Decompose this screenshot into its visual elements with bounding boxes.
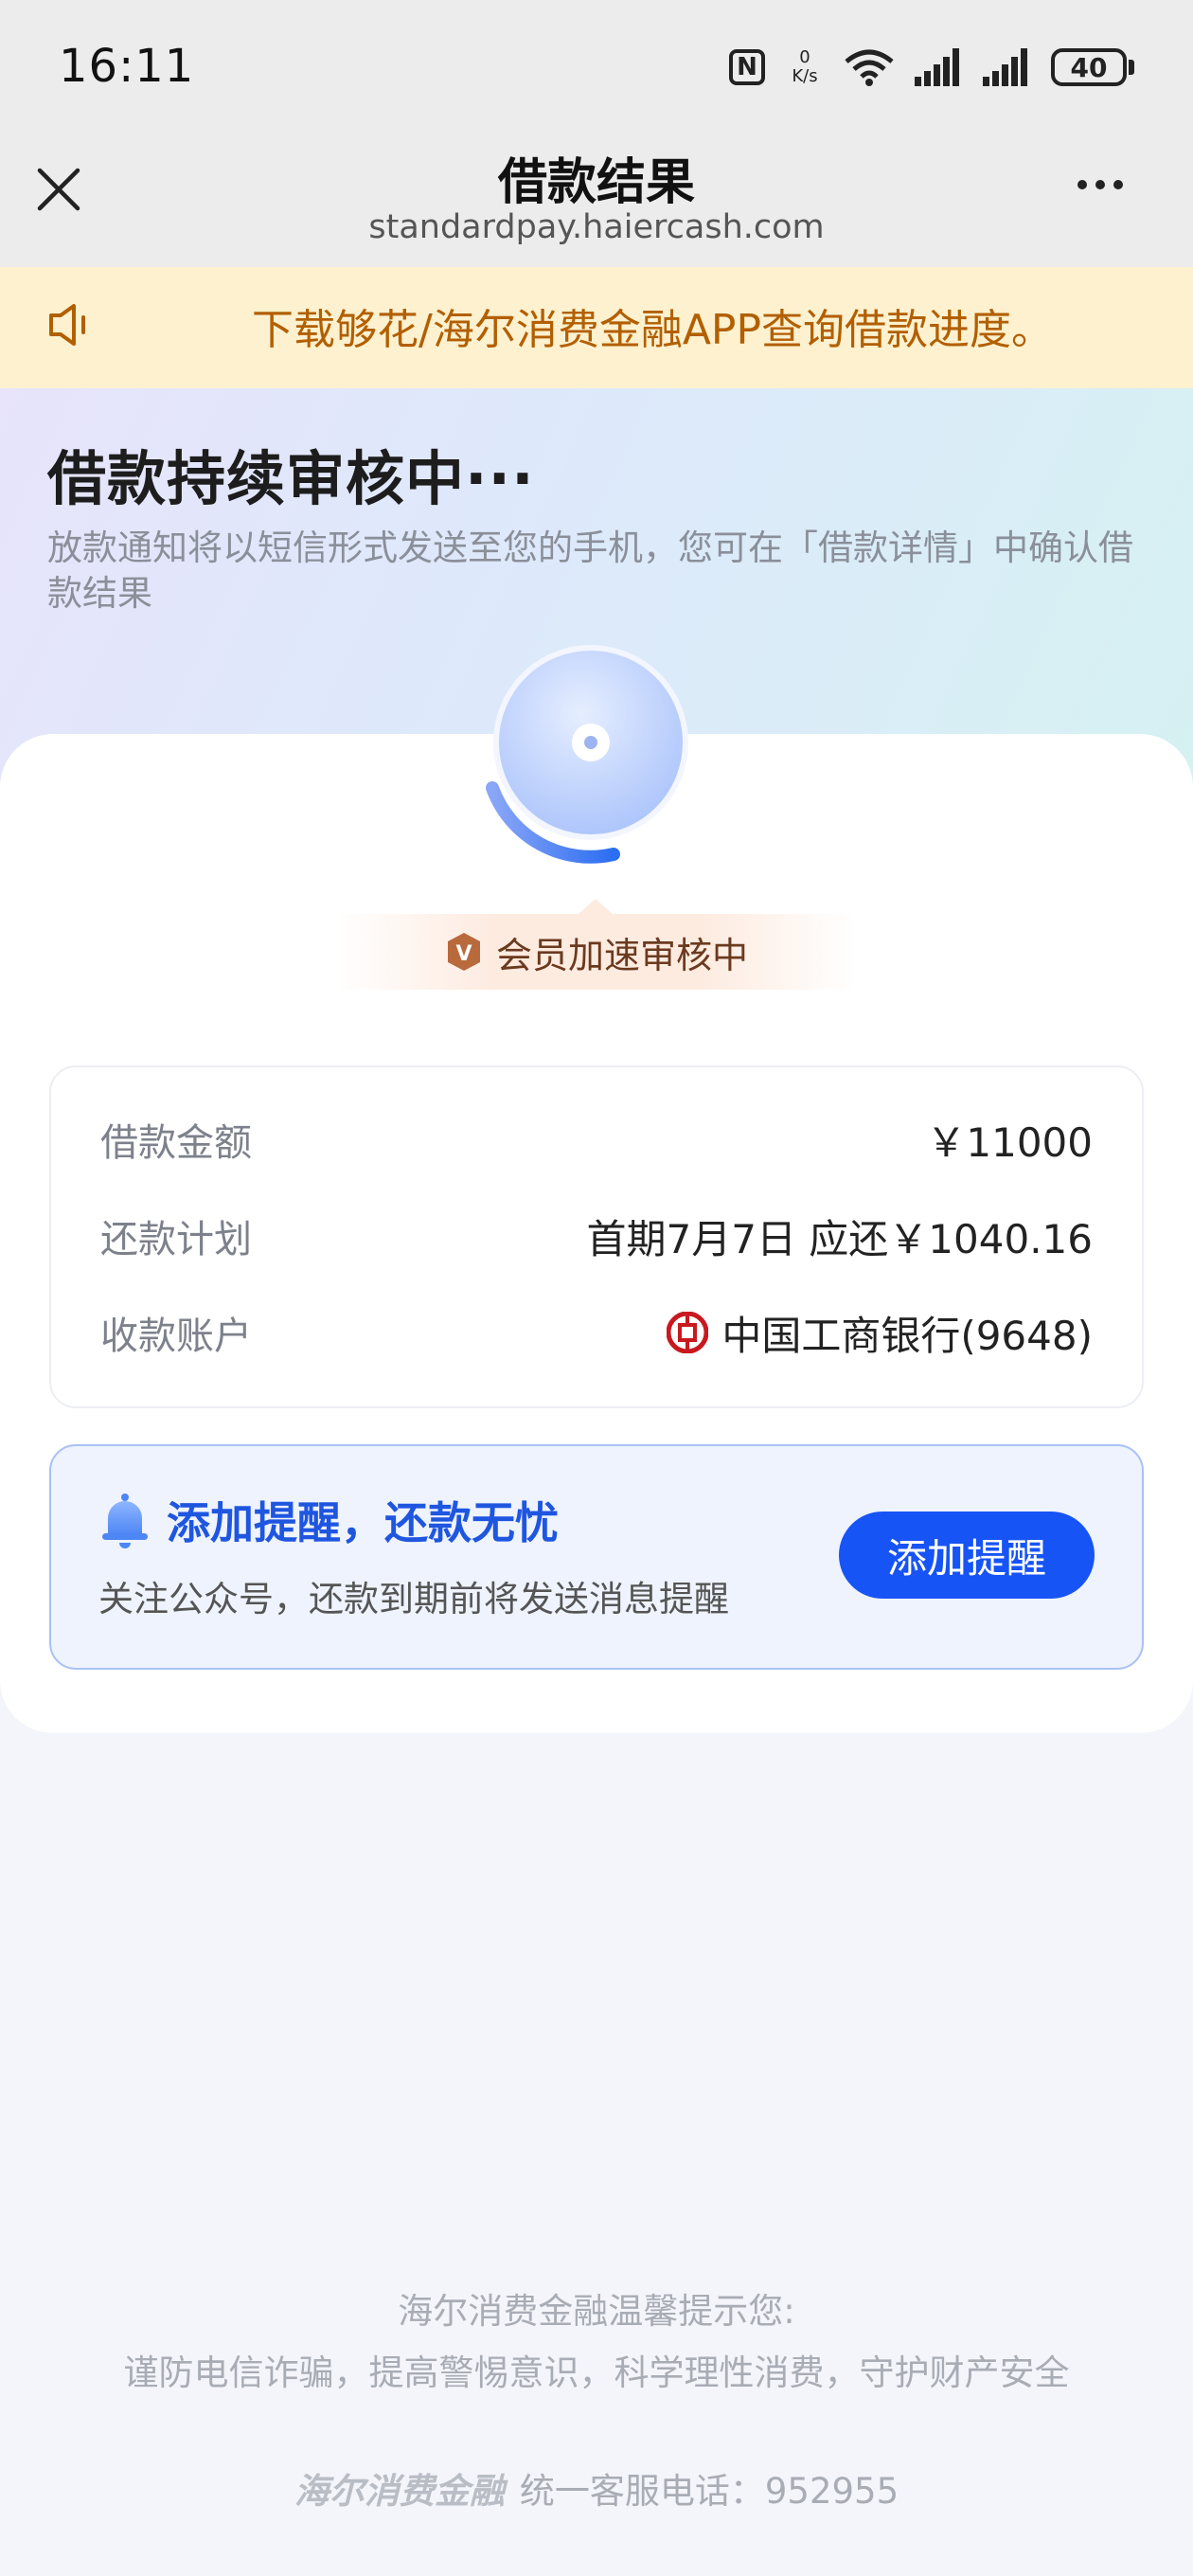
footer-tip-text: 谨防电信诈骗，提高警惕意识，科学理性消费，守护财产安全 <box>123 2352 1070 2393</box>
brand-logo: 海尔消费金融 <box>294 2471 505 2512</box>
net-speed: 0 K/s <box>786 48 824 86</box>
hotline-text[interactable]: 统一客服电话：952955 <box>520 2462 899 2513</box>
status-title: 借款持续审核中··· <box>47 444 535 513</box>
loan-info-box: 借款金额 ￥11000 还款计划 首期7月7日 应还￥1040.16 收款账户 … <box>49 1065 1144 1408</box>
amount-label: 借款金额 <box>100 1121 252 1165</box>
footer-tip-title: 海尔消费金融温馨提示您: <box>398 2291 795 2332</box>
account-value-wrap: 中国工商银行(9648) <box>667 1304 1093 1362</box>
plan-value: 首期7月7日 应还￥1040.16 <box>586 1215 1093 1262</box>
signal-icon-1 <box>915 48 962 86</box>
account-row: 收款账户 中国工商银行(9648) <box>100 1304 1093 1361</box>
signal-icon-2 <box>983 48 1030 86</box>
speaker-icon <box>45 298 98 351</box>
page-url: standardpay.haiercash.com <box>368 208 825 246</box>
vip-tag: V 会员加速审核中 <box>336 899 857 990</box>
vip-badge-letter: V <box>455 942 472 966</box>
icbc-bank-icon <box>667 1312 709 1353</box>
account-value: 中国工商银行(9648) <box>721 1312 1093 1359</box>
notice-text[interactable]: 下载够花/海尔消费金融APP查询借款进度。 <box>252 295 1053 356</box>
net-speed-unit: K/s <box>792 66 818 86</box>
bell-icon <box>98 1492 151 1552</box>
plan-label: 还款计划 <box>100 1218 252 1261</box>
nfc-icon: N <box>729 49 765 85</box>
battery-cap <box>1129 60 1134 75</box>
status-subtitle: 放款通知将以短信形式发送至您的手机，您可在「借款详情」中确认借款结果 <box>47 528 1133 614</box>
plan-row[interactable]: 还款计划 首期7月7日 应还￥1040.16 <box>100 1208 1093 1264</box>
amount-row: 借款金额 ￥11000 <box>100 1111 1093 1168</box>
add-reminder-button[interactable]: 添加提醒 <box>839 1512 1095 1599</box>
footer-hotline: 海尔消费金融 统一客服电话：952955 <box>0 2462 1193 2513</box>
wifi-icon <box>845 48 894 86</box>
more-menu-icon[interactable] <box>1077 180 1123 189</box>
page-title: 借款结果 <box>497 154 695 211</box>
status-time: 16:11 <box>59 40 195 93</box>
vip-badge-icon: V <box>447 933 480 971</box>
status-icons: N 0 K/s 40 <box>729 44 1134 91</box>
reminder-title: 添加提醒，还款无忧 <box>167 1497 559 1548</box>
battery-level: 40 <box>1051 48 1127 86</box>
net-speed-value: 0 <box>799 47 810 67</box>
amount-value: ￥11000 <box>926 1118 1093 1166</box>
loading-spinner-icon <box>481 644 701 864</box>
battery-icon: 40 <box>1051 48 1134 86</box>
vip-label: 会员加速审核中 <box>495 934 748 976</box>
reminder-subtitle: 关注公众号，还款到期前将发送消息提醒 <box>98 1579 729 1619</box>
account-label: 收款账户 <box>100 1315 252 1358</box>
